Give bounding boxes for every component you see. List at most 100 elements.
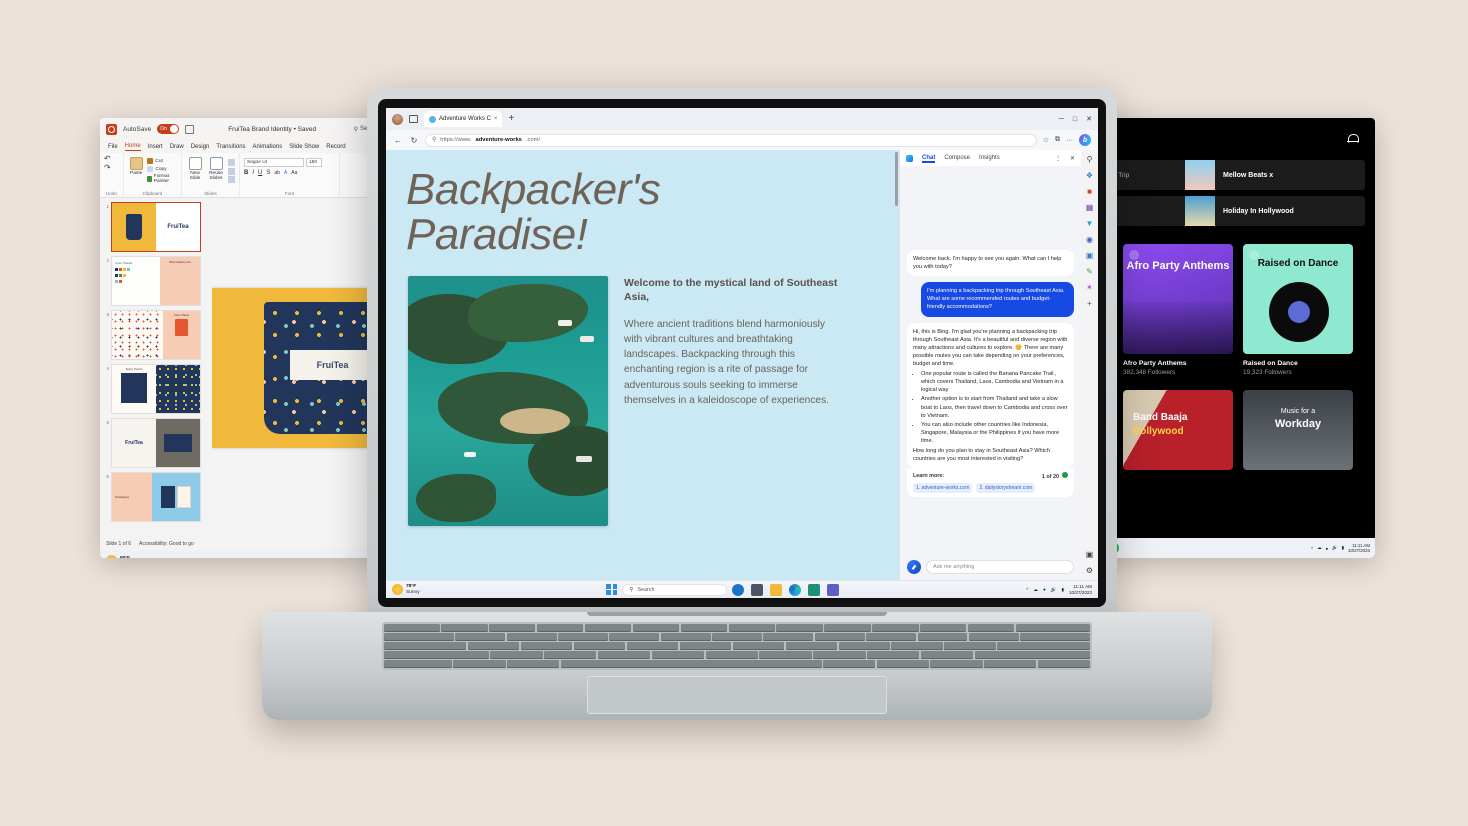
taskbar-search-input[interactable]: ⚲ Search	[622, 583, 728, 596]
taskbar-center[interactable]: ⚲ Search	[606, 583, 840, 596]
close-window-button[interactable]: ✕	[1086, 115, 1092, 123]
ribbon-tab-home[interactable]: Home	[124, 143, 141, 151]
ribbon-group-clipboard[interactable]: Paste Cut Copy Format Painter Clipboard	[124, 153, 182, 197]
new-slide-button[interactable]: New Slide	[186, 157, 204, 182]
slide-thumb-body[interactable]: Color Palette Brand Elements	[111, 256, 201, 306]
source-chip[interactable]: 1. adventure-works.com	[913, 483, 973, 494]
taskbar-clock[interactable]: 11:11 AM 10/27/2023	[1069, 584, 1092, 595]
image-creator-icon[interactable]: ✶	[1085, 283, 1095, 293]
cut-button[interactable]: Cut	[147, 158, 177, 164]
refresh-button[interactable]: ↻	[409, 136, 419, 145]
slide-thumbnail-panel[interactable]: 1 FruiTea 2 Color Palette Brand Elements…	[100, 198, 212, 538]
browser-tab[interactable]: Adventure Works C ×	[424, 111, 503, 127]
slide-thumbnail-4[interactable]: 4 Spicy Punch	[103, 364, 210, 414]
edge-browser-window[interactable]: Adventure Works C × + ─ □ ✕ ← ↻ ⚲ https:…	[386, 108, 1098, 598]
address-bar[interactable]: ⚲ https://www. adventure-works .com/	[425, 133, 1037, 147]
slide-thumbnail-5[interactable]: 5 FruiTea	[103, 418, 210, 468]
chat-message-list[interactable]: Welcome back. I'm happy to see you again…	[900, 166, 1081, 555]
onedrive-icon[interactable]: ☁	[1317, 545, 1321, 551]
tab-insights[interactable]: Insights	[979, 155, 1000, 162]
games-icon[interactable]: ◉	[1085, 235, 1095, 245]
outlook-icon[interactable]: ▣	[1085, 251, 1095, 261]
window-controls[interactable]: ─ □ ✕	[1059, 115, 1092, 124]
accessibility-status[interactable]: Accessibility: Good to go	[139, 541, 194, 547]
office-icon[interactable]: ▦	[1085, 203, 1095, 213]
chat-input-row[interactable]: Ask me anything	[900, 555, 1081, 580]
edge-icon[interactable]	[789, 583, 802, 596]
slide-thumb-body[interactable]: FruiTea	[111, 418, 201, 468]
store-icon[interactable]	[808, 583, 821, 596]
slide-thumb-body[interactable]: Packaging	[111, 472, 201, 522]
taskbar-app-icons[interactable]	[732, 583, 840, 596]
volume-icon[interactable]: 🔊	[1051, 587, 1057, 593]
slide-thumbnail-2[interactable]: 2 Color Palette Brand Elements	[103, 256, 210, 306]
task-view-icon[interactable]	[751, 583, 764, 596]
trackpad[interactable]	[587, 676, 887, 714]
layout-icon[interactable]	[228, 159, 235, 166]
section-icon[interactable]	[228, 176, 235, 183]
close-tab-icon[interactable]: ×	[494, 116, 498, 122]
system-tray[interactable]: ^ ☁ ● 🔊 ▮ 11:11 AM 10/27/2023	[1026, 584, 1092, 595]
battery-icon[interactable]: ▮	[1061, 587, 1064, 593]
file-explorer-icon[interactable]	[770, 583, 783, 596]
split-screen-icon[interactable]: ▣	[1085, 550, 1095, 560]
search-icon[interactable]: ⚲	[1085, 155, 1095, 165]
keyboard[interactable]	[382, 622, 1092, 670]
edge-sidebar-rail[interactable]: ⚲ ❖ ■ ▦ ▼ ◉ ▣ ✎ ✶ + ▣ ⚙	[1081, 150, 1098, 580]
browser-toolbar[interactable]: ← ↻ ⚲ https://www. adventure-works .com/ ☆…	[386, 130, 1098, 150]
chat-close-icon[interactable]: ✕	[1070, 155, 1075, 162]
drop-icon[interactable]: ✎	[1085, 267, 1095, 277]
ribbon-tab-draw[interactable]: Draw	[170, 144, 184, 150]
favorite-star-icon[interactable]: ☆	[1043, 136, 1049, 144]
slide-thumb-body[interactable]: Citrus Blast	[111, 310, 201, 360]
ribbon-tab-insert[interactable]: Insert	[148, 144, 163, 150]
collections-icon[interactable]: ⧉	[1055, 136, 1060, 144]
network-icon[interactable]: ●	[1043, 587, 1046, 592]
system-tray[interactable]: ^ ☁ ● 🔊 ▮ 11:11 AM 10/27/2023	[1311, 543, 1370, 553]
album-card[interactable]: Music for a Workday	[1243, 390, 1353, 470]
windows-taskbar[interactable]: 78°F Sunny ⚲ Search ^ ☁ ● 🔊 ▮ 11:11 AM 1…	[386, 580, 1098, 598]
italic-button[interactable]: I	[252, 170, 254, 176]
slide-thumbnail-3[interactable]: 3 Citrus Blast	[103, 310, 210, 360]
maximize-button[interactable]: □	[1073, 116, 1077, 123]
save-icon[interactable]	[185, 124, 195, 134]
autosave-toggle[interactable]: On	[157, 124, 180, 134]
browser-tab-strip[interactable]: Adventure Works C × + ─ □ ✕	[386, 108, 1098, 130]
new-tab-button[interactable]: +	[508, 114, 514, 124]
compose-avatar-icon[interactable]	[907, 560, 921, 574]
add-icon[interactable]: +	[1085, 299, 1095, 309]
settings-icon[interactable]: ⚙	[1085, 566, 1095, 576]
ribbon-group-slides[interactable]: New Slide Reuse Slides Slides	[182, 153, 240, 197]
slide-thumbnail-6[interactable]: 6 Packaging	[103, 472, 210, 522]
tab-compose[interactable]: Compose	[944, 155, 970, 162]
copilot-chat-pane[interactable]: Chat Compose Insights ⋮ ✕ Welcome back. …	[899, 150, 1081, 580]
reset-icon[interactable]	[228, 167, 235, 175]
ribbon-group-undo[interactable]: ↶ ↷ Undo	[100, 153, 124, 197]
format-painter-button[interactable]: Format Painter	[147, 174, 177, 184]
tab-chat[interactable]: Chat	[922, 155, 936, 163]
notification-bell-icon[interactable]	[1346, 133, 1359, 146]
page-scrollbar[interactable]	[895, 152, 898, 206]
chat-input-field[interactable]: Ask me anything	[926, 560, 1074, 574]
ribbon-tab-design[interactable]: Design	[191, 144, 210, 150]
volume-icon[interactable]: 🔊	[1332, 545, 1337, 551]
ribbon-tab-file[interactable]: File	[108, 144, 118, 150]
source-chip[interactable]: 2. dailystorystream.com	[976, 483, 1036, 494]
reuse-slides-button[interactable]: Reuse Slides	[207, 157, 225, 182]
bold-button[interactable]: B	[244, 170, 248, 176]
source-chips[interactable]: 1. adventure-works.com 2. dailystorystre…	[913, 483, 1068, 494]
playlist-card[interactable]: Raised on Dance Raised on Dance 19,323 F…	[1243, 244, 1353, 376]
shopping-icon[interactable]: ▼	[1085, 219, 1095, 229]
copy-button[interactable]: Copy	[147, 166, 177, 172]
chevron-up-icon[interactable]: ^	[1026, 587, 1028, 592]
back-button[interactable]: ←	[393, 136, 403, 145]
slide-thumbnail-1[interactable]: 1 FruiTea	[103, 202, 210, 252]
settings-more-icon[interactable]: ···	[1066, 137, 1073, 144]
copilot-icon[interactable]: b	[1079, 134, 1091, 146]
avatar[interactable]	[392, 113, 403, 125]
taskbar-weather-widget[interactable]: 78°F Sunny	[392, 584, 420, 595]
chat-more-icon[interactable]: ⋮	[1055, 155, 1061, 162]
discover-icon[interactable]: ❖	[1085, 171, 1095, 181]
chat-pane-header[interactable]: Chat Compose Insights ⋮ ✕	[900, 150, 1081, 166]
onedrive-icon[interactable]: ☁	[1033, 587, 1038, 593]
